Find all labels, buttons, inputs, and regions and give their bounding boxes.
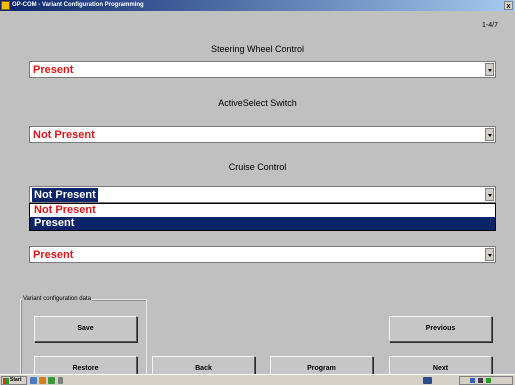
chevron-down-icon[interactable] bbox=[485, 128, 494, 141]
window-title: OP-COM - Variant Configuration Programmi… bbox=[12, 2, 144, 8]
status-icon[interactable] bbox=[486, 378, 491, 383]
network-icon[interactable] bbox=[470, 378, 475, 383]
taskbar: Start bbox=[0, 374, 515, 385]
desktop-icon[interactable] bbox=[30, 377, 37, 384]
chevron-down-icon[interactable] bbox=[485, 63, 494, 76]
groupbox-label: Variant configuration data bbox=[22, 296, 92, 302]
cruise-control-dropdown-list: Not Present Present bbox=[29, 203, 496, 231]
page-indicator: 1-4/7 bbox=[482, 22, 498, 29]
combo-value: Present bbox=[33, 64, 74, 76]
window-task-icon[interactable] bbox=[423, 377, 432, 384]
start-button[interactable]: Start bbox=[1, 376, 27, 385]
cruise-control-select[interactable]: Not Present bbox=[29, 186, 496, 203]
quick-launch-arrow-icon[interactable] bbox=[58, 377, 63, 384]
chevron-down-icon[interactable] bbox=[485, 248, 494, 261]
windows-logo-icon bbox=[3, 378, 9, 384]
previous-button[interactable]: Previous bbox=[389, 316, 492, 342]
close-button[interactable]: x bbox=[504, 1, 513, 10]
activeselect-switch-select[interactable]: Not Present bbox=[29, 126, 496, 143]
field-label-activeselect-switch: ActiveSelect Switch bbox=[218, 98, 297, 108]
browser-icon[interactable] bbox=[48, 377, 55, 384]
save-button[interactable]: Save bbox=[34, 316, 137, 342]
system-tray bbox=[459, 376, 513, 385]
steering-wheel-control-select[interactable]: Present bbox=[29, 61, 496, 78]
field-label-cruise-control: Cruise Control bbox=[228, 162, 287, 172]
dropdown-option-not-present[interactable]: Not Present bbox=[30, 204, 495, 217]
title-bar: OP-COM - Variant Configuration Programmi… bbox=[0, 0, 515, 11]
dropdown-option-present[interactable]: Present bbox=[30, 217, 495, 230]
field-label-steering-wheel-control: Steering Wheel Control bbox=[210, 44, 305, 54]
combo-value: Not Present bbox=[32, 188, 98, 202]
field-4-select[interactable]: Present bbox=[29, 246, 496, 263]
app-icon bbox=[1, 1, 10, 10]
combo-value: Present bbox=[33, 249, 74, 261]
chevron-down-icon[interactable] bbox=[485, 188, 494, 201]
start-label: Start bbox=[10, 377, 22, 383]
folder-icon[interactable] bbox=[39, 377, 46, 384]
volume-icon[interactable] bbox=[478, 378, 483, 383]
combo-value: Not Present bbox=[33, 129, 95, 141]
